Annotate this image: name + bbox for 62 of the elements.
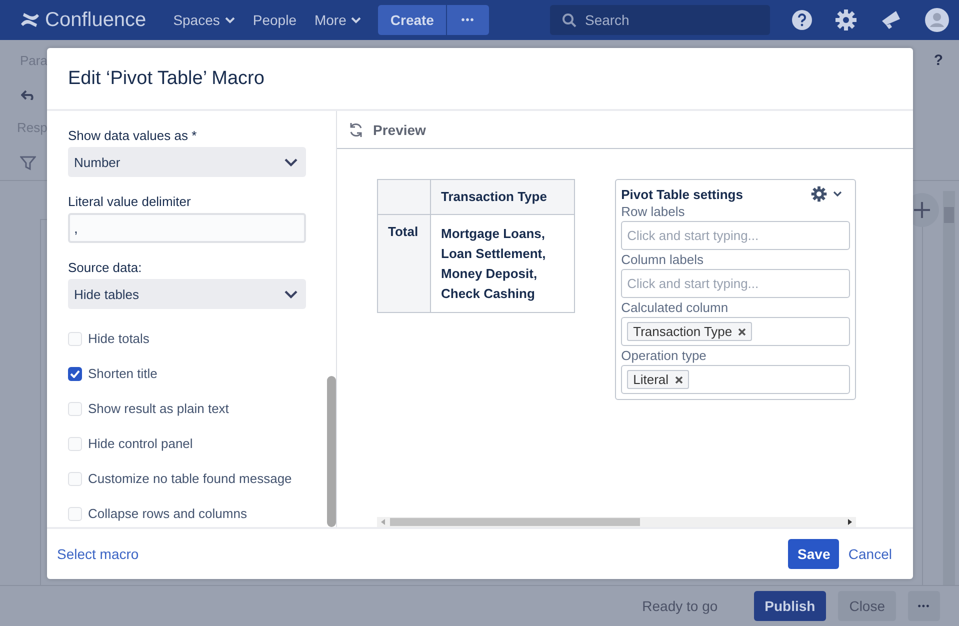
- text-field[interactable]: ,: [68, 213, 306, 243]
- filter-icon[interactable]: [20, 154, 36, 170]
- field-label: Operation type: [621, 348, 708, 363]
- field-label: Source data:: [68, 260, 143, 275]
- checkbox-label: Shorten title: [88, 366, 158, 381]
- more-button[interactable]: •••: [908, 591, 940, 621]
- status-text: Ready to go: [642, 598, 718, 614]
- checkbox-label: Show result as plain text: [88, 401, 229, 416]
- field-label: Literal value delimiter: [68, 194, 192, 209]
- tag-label: Literal: [633, 372, 669, 387]
- table-header-cell: [378, 180, 430, 214]
- tag-field[interactable]: Literal: [621, 365, 850, 394]
- search-icon: [562, 13, 577, 28]
- chevron-down-icon: [284, 290, 298, 298]
- input-field[interactable]: Click and start typing...: [621, 221, 850, 250]
- dropdown-field[interactable]: Hide tables: [68, 279, 306, 309]
- settings-icon[interactable]: [811, 186, 827, 202]
- refresh-icon[interactable]: [348, 122, 364, 138]
- create-button[interactable]: Create: [378, 5, 446, 35]
- scroll-right-icon[interactable]: [848, 519, 852, 525]
- chevron-down-icon[interactable]: [833, 191, 842, 197]
- more-button[interactable]: •••: [446, 5, 489, 35]
- table-header-cell: Transaction Type: [430, 180, 575, 214]
- avatar-icon[interactable]: [924, 8, 949, 32]
- panel-title: Pivot Table settings: [621, 186, 743, 202]
- scrollbar[interactable]: [943, 191, 955, 585]
- row-header-cell: Total: [378, 214, 430, 312]
- help-text[interactable]: ?: [934, 52, 943, 68]
- settings-icon[interactable]: [834, 9, 857, 31]
- input-field[interactable]: Click and start typing...: [621, 269, 850, 298]
- checkbox-label: Hide control panel: [88, 436, 193, 451]
- field-label: Show data values as *: [68, 128, 198, 143]
- dialog-title: Edit ‘Pivot Table’ Macro: [68, 68, 264, 90]
- checkbox-label: Customize no table found message: [88, 471, 292, 486]
- remove-icon[interactable]: [674, 376, 683, 384]
- nav-menu-item[interactable]: Spaces: [164, 12, 244, 28]
- field-label: Calculated column: [621, 300, 730, 315]
- dropdown-field[interactable]: Number: [68, 147, 306, 177]
- field-label: Row labels: [621, 204, 686, 219]
- logo-icon: [20, 11, 40, 29]
- field-label: Column labels: [621, 252, 705, 267]
- checkbox-label: Collapse rows and columns: [88, 506, 247, 521]
- logo-text: Confluence: [45, 8, 146, 32]
- cancel-link[interactable]: Cancel: [848, 546, 892, 562]
- scrollbar[interactable]: [377, 517, 856, 527]
- tag-field[interactable]: Transaction Type: [621, 317, 850, 346]
- save-button[interactable]: Save: [788, 539, 840, 569]
- help-icon[interactable]: [790, 9, 813, 31]
- scrollbar-thumb[interactable]: [327, 376, 336, 527]
- checkbox[interactable]: [68, 366, 82, 380]
- remove-icon[interactable]: [738, 328, 746, 336]
- table-cell: Mortgage Loans, Loan Settlement, Money Deposit, Check Cashing: [430, 214, 575, 312]
- search-field[interactable]: Search: [550, 5, 770, 35]
- publish-button[interactable]: Publish: [754, 591, 826, 621]
- checkbox-label: Hide totals: [88, 331, 150, 346]
- preview-label: Preview: [373, 122, 426, 138]
- undo-icon[interactable]: [21, 90, 35, 100]
- nav-menu-item[interactable]: People: [244, 12, 306, 28]
- tag-label: Transaction Type: [633, 324, 732, 339]
- chevron-down-icon: [284, 158, 298, 166]
- nav-menu-item[interactable]: More: [305, 12, 370, 28]
- select-macro-link[interactable]: Select macro: [57, 546, 139, 562]
